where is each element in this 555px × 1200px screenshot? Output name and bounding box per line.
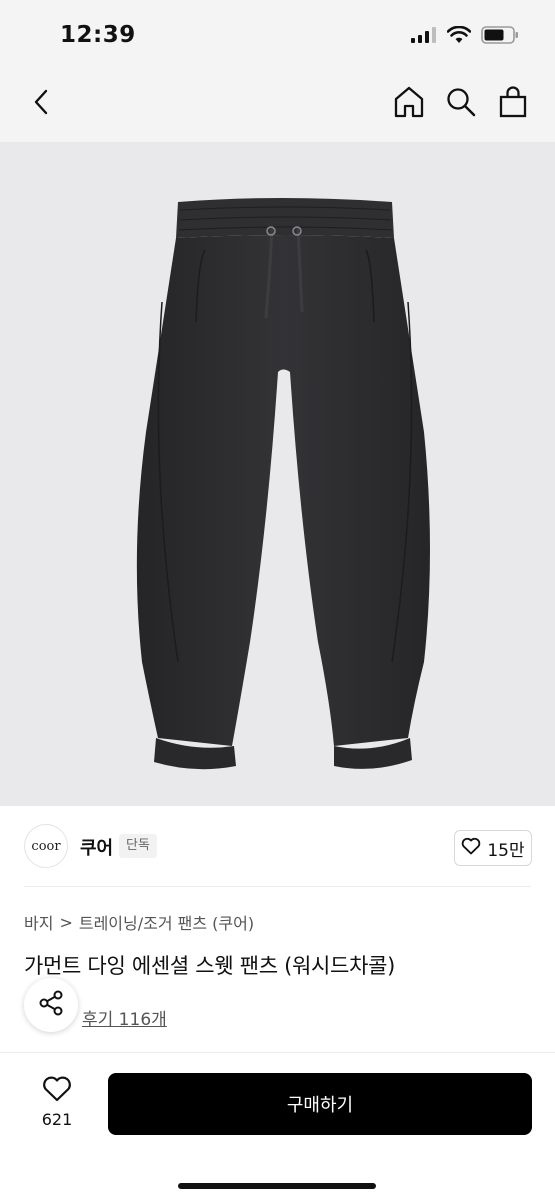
exclusive-badge: 단독: [119, 834, 157, 858]
status-icons: [411, 25, 519, 48]
brand-like-count: 15만: [487, 840, 525, 861]
status-time: 12:39: [60, 22, 136, 48]
search-icon: [446, 87, 476, 121]
breadcrumb: 바지 > 트레이닝/조거 팬츠 (쿠어): [24, 910, 254, 934]
shopping-bag-icon: [499, 86, 527, 122]
product-title: 가먼트 다잉 에센셜 스웻 팬츠 (워시드차콜): [24, 954, 396, 978]
brand-logo[interactable]: coor: [24, 824, 68, 868]
product-image[interactable]: [0, 142, 555, 806]
review-link[interactable]: 후기 116개: [82, 1005, 167, 1030]
home-button[interactable]: [393, 86, 425, 122]
sweatpants-image: [136, 198, 430, 770]
share-button[interactable]: [24, 978, 78, 1032]
breadcrumb-separator: >: [59, 912, 73, 932]
cart-button[interactable]: [497, 86, 529, 122]
breadcrumb-subcategory[interactable]: 트레이닝/조거 팬츠 (쿠어): [79, 910, 254, 934]
search-button[interactable]: [445, 86, 477, 122]
buy-button[interactable]: 구매하기: [108, 1073, 532, 1135]
brand-row: coor 쿠어 단독 15만: [0, 806, 555, 886]
battery-icon: [481, 26, 519, 48]
back-icon: [33, 89, 49, 119]
heart-icon: [461, 837, 481, 860]
nav-bar: [0, 66, 555, 142]
wishlist-count: 621: [41, 1110, 73, 1129]
signal-icon: [411, 27, 437, 47]
share-icon: [37, 989, 65, 1021]
brand-like-button[interactable]: 15만: [454, 830, 532, 866]
status-bar: 12:39: [0, 0, 555, 66]
back-button[interactable]: [26, 88, 56, 120]
bottom-bar: 621 구매하기: [0, 1052, 555, 1200]
breadcrumb-category[interactable]: 바지: [24, 910, 53, 934]
home-icon: [394, 86, 424, 122]
divider: [24, 886, 531, 887]
home-indicator: [178, 1183, 376, 1189]
wishlist-button[interactable]: 621: [30, 1075, 84, 1135]
wifi-icon: [446, 25, 472, 48]
brand-name[interactable]: 쿠어: [80, 834, 113, 860]
heart-icon: [42, 1075, 72, 1106]
nav-actions: [393, 86, 529, 122]
